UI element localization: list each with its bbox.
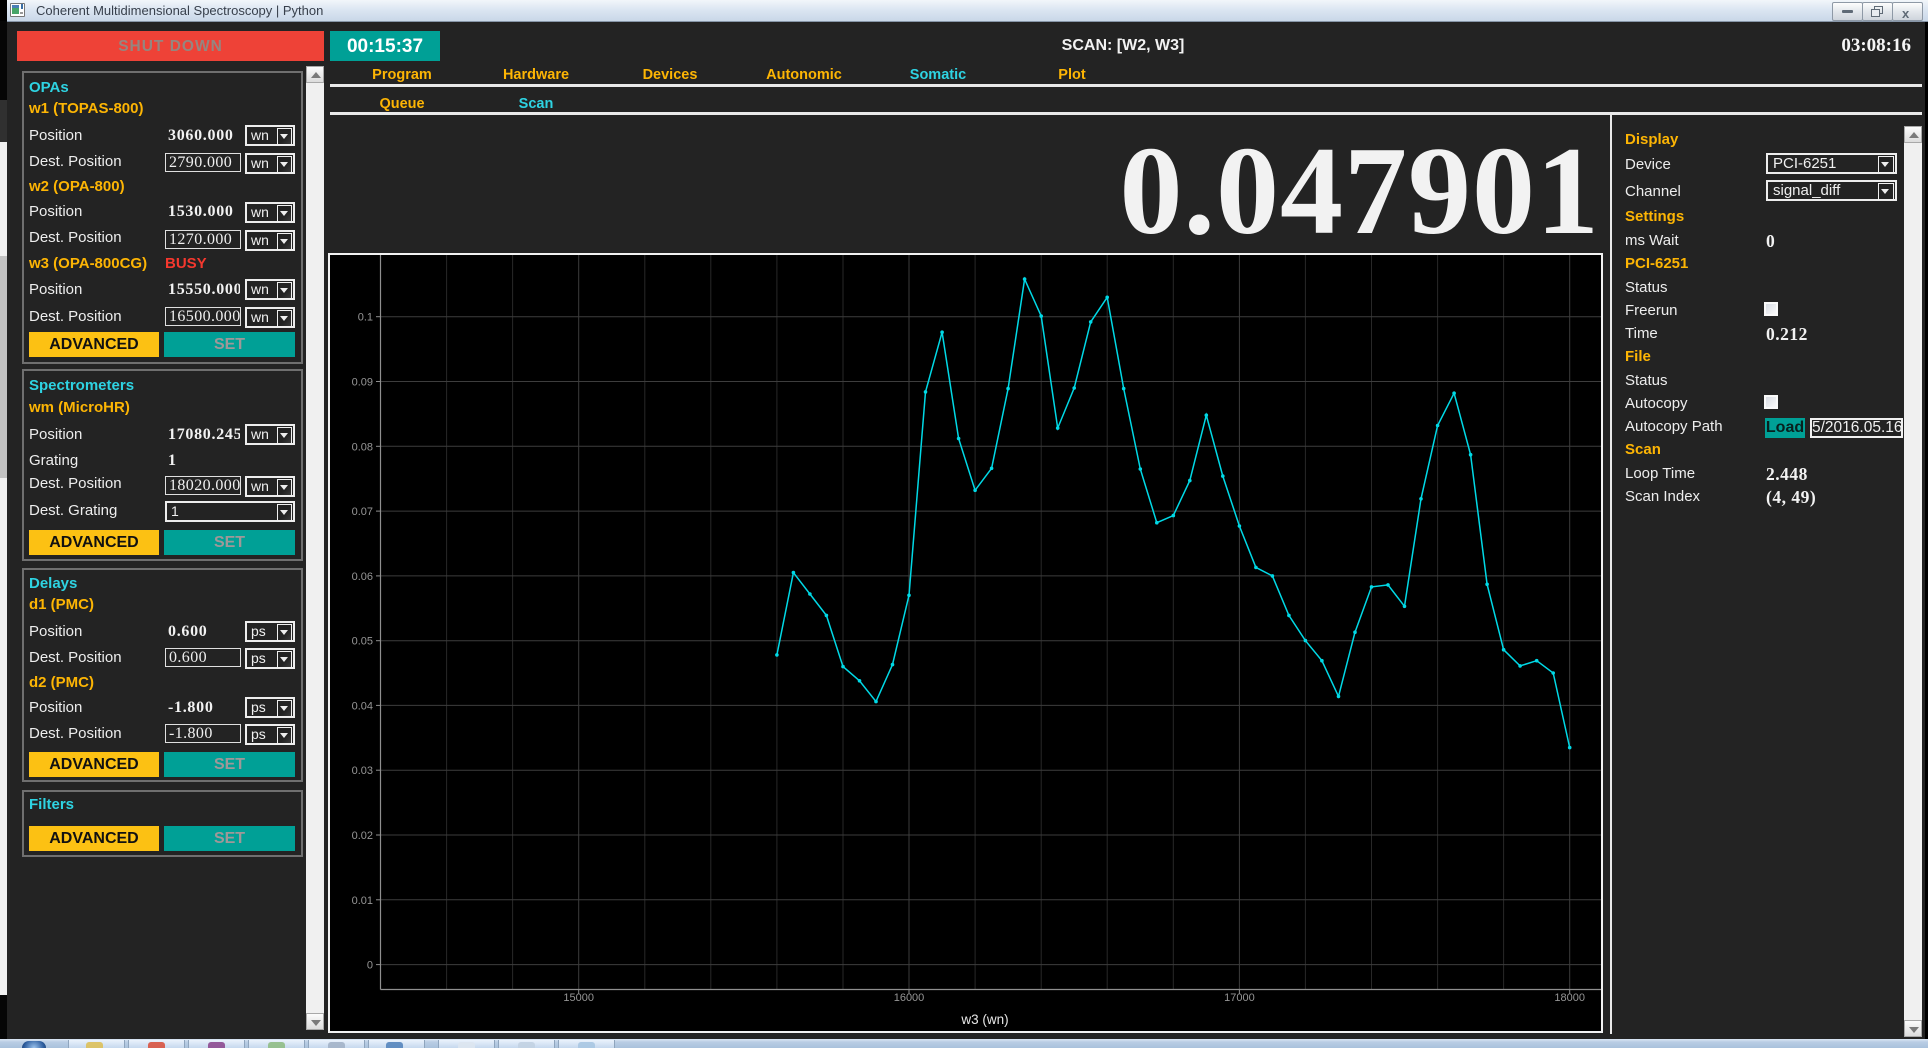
svg-text:0.07: 0.07: [352, 506, 373, 518]
svg-text:0: 0: [367, 960, 373, 972]
svg-text:17000: 17000: [1224, 992, 1255, 1004]
svg-text:0.09: 0.09: [352, 377, 373, 389]
svg-text:0.01: 0.01: [352, 895, 373, 907]
svg-text:0.03: 0.03: [352, 765, 373, 777]
svg-text:w3 (wn): w3 (wn): [960, 1012, 1008, 1027]
svg-text:0.1: 0.1: [358, 312, 373, 324]
svg-text:16000: 16000: [894, 992, 925, 1004]
svg-text:0.06: 0.06: [352, 571, 373, 583]
svg-text:0.05: 0.05: [352, 636, 373, 648]
svg-text:0.04: 0.04: [352, 700, 373, 712]
svg-text:0.08: 0.08: [352, 441, 373, 453]
svg-text:18000: 18000: [1554, 992, 1585, 1004]
svg-text:15000: 15000: [563, 992, 594, 1004]
svg-text:0.02: 0.02: [352, 830, 373, 842]
